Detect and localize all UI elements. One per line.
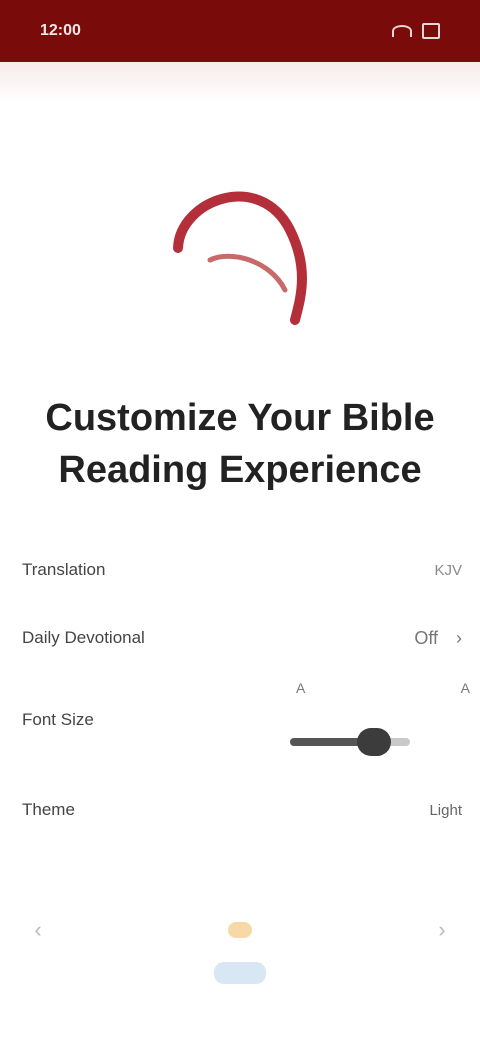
theme-label: Theme <box>22 800 75 819</box>
setting-translation[interactable]: Translation KJV <box>22 550 462 590</box>
font-size-label: Font Size <box>22 710 94 729</box>
chevron-right-icon: › <box>456 627 462 648</box>
header-fade <box>0 62 480 102</box>
page-title: Customize Your Bible Reading Experience <box>45 397 435 491</box>
font-size-slider[interactable]: A A <box>290 680 470 770</box>
setting-theme[interactable]: Theme Light <box>22 790 462 830</box>
font-size-max-label: A <box>460 680 470 696</box>
wifi-icon <box>392 25 412 37</box>
status-icons <box>392 23 440 39</box>
daily-devotional-value: Off <box>414 627 438 648</box>
theme-value[interactable]: Light <box>429 802 462 819</box>
status-time: 12:00 <box>40 22 81 39</box>
home-indicator[interactable] <box>214 962 266 984</box>
nav-indicator[interactable] <box>220 910 260 950</box>
setting-daily-devotional[interactable]: Daily Devotional Off › <box>22 618 462 658</box>
translation-label: Translation <box>22 560 106 579</box>
translation-value[interactable]: KJV <box>434 562 462 579</box>
active-page-dot <box>228 922 252 938</box>
battery-icon <box>422 23 440 39</box>
slider-knob[interactable] <box>357 728 391 756</box>
status-bar: 12:00 <box>0 0 480 62</box>
daily-devotional-label: Daily Devotional <box>22 628 145 647</box>
chevron-right-icon[interactable]: › <box>422 910 462 950</box>
font-size-min-label: A <box>296 680 306 696</box>
chevron-left-icon[interactable]: ‹ <box>18 910 58 950</box>
daily-devotional-control[interactable]: Off › <box>414 628 462 649</box>
app-logo-icon <box>173 191 307 325</box>
